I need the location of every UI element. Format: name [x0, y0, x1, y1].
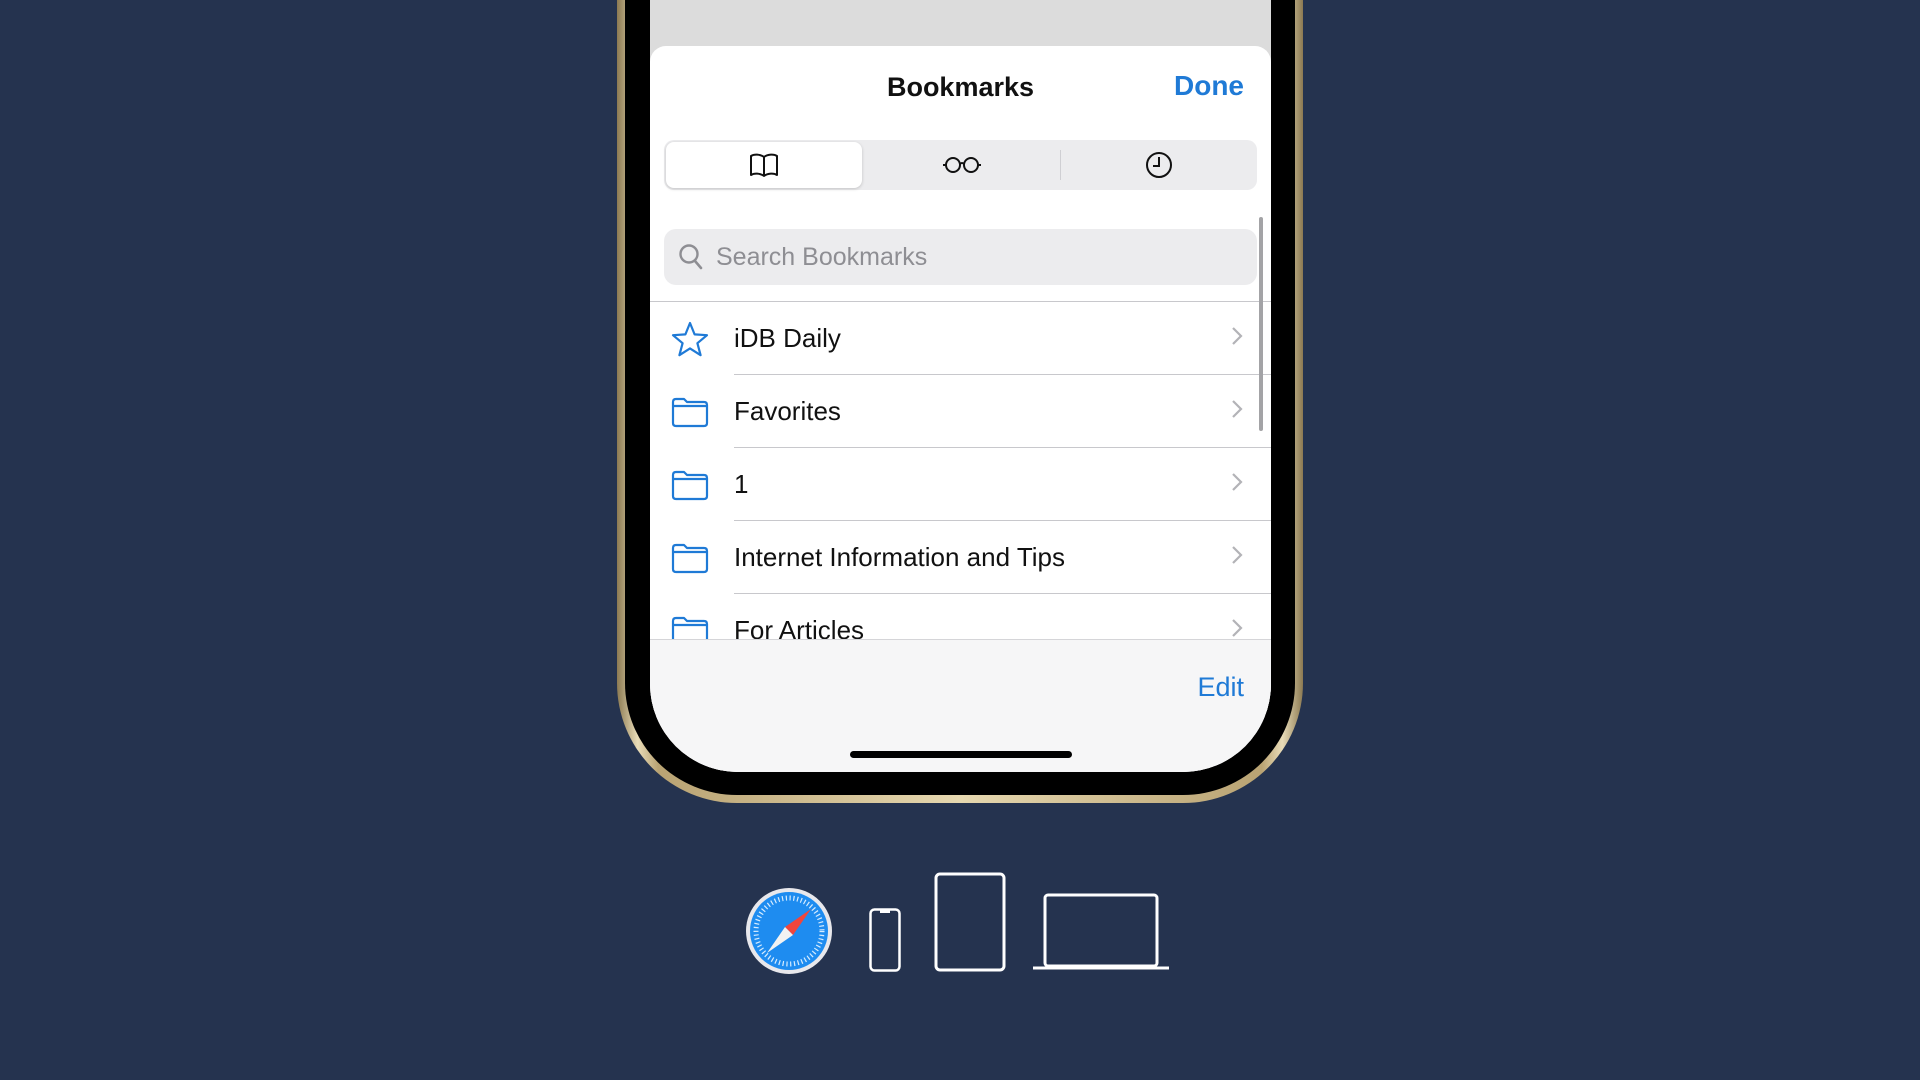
search-icon — [679, 244, 703, 270]
bookmark-label: iDB Daily — [734, 323, 841, 353]
bookmark-label: Internet Information and Tips — [734, 542, 1065, 572]
reading-list-glasses-icon — [943, 157, 981, 173]
bookmarks-sheet: Bookmarks Done Search Bookmarks iDB Dail… — [650, 46, 1271, 772]
book-icon — [750, 153, 778, 177]
bookmarks-list: iDB Daily Favorites 1 Internet Informati… — [650, 301, 1271, 640]
edit-button[interactable]: Edit — [1197, 672, 1244, 703]
done-button[interactable]: Done — [1174, 70, 1244, 102]
list-item[interactable]: Internet Information and Tips — [650, 521, 1271, 594]
segmented-control — [664, 140, 1257, 190]
chevron-right-icon — [1231, 472, 1243, 497]
search-input[interactable] — [714, 241, 1257, 273]
tab-reading-list[interactable] — [864, 140, 1060, 190]
bookmark-label: 1 — [734, 469, 749, 499]
star-icon — [668, 321, 712, 357]
chevron-right-icon — [1231, 618, 1243, 640]
search-bar[interactable] — [664, 229, 1257, 285]
safari-icon — [746, 888, 832, 974]
phone-screen: Bookmarks Done Search Bookmarks iDB Dail… — [650, 0, 1271, 772]
history-clock-icon — [1146, 152, 1172, 178]
list-item[interactable]: Favorites — [650, 375, 1271, 448]
chevron-right-icon — [1231, 545, 1243, 570]
folder-icon — [668, 396, 712, 428]
macbook-icon — [1033, 893, 1169, 970]
phone-bezel: Bookmarks Done Search Bookmarks iDB Dail… — [625, 0, 1295, 795]
tab-bookmarks[interactable] — [666, 142, 862, 188]
ipad-icon — [934, 872, 1006, 972]
folder-icon — [668, 615, 712, 640]
folder-icon — [668, 469, 712, 501]
list-item[interactable]: iDB Daily — [650, 302, 1271, 375]
device-icons-row — [0, 870, 1920, 980]
folder-icon — [668, 542, 712, 574]
bookmark-label: Favorites — [734, 396, 841, 426]
iphone-frame: Bookmarks Done Search Bookmarks iDB Dail… — [617, 0, 1303, 803]
chevron-right-icon — [1231, 326, 1243, 351]
iphone-icon — [869, 908, 901, 972]
scrollbar[interactable] — [1259, 217, 1263, 431]
list-item[interactable]: For Articles — [650, 594, 1271, 640]
sheet-toolbar: Edit — [650, 639, 1271, 772]
home-indicator[interactable] — [849, 751, 1072, 758]
bookmark-label: For Articles — [734, 615, 865, 640]
list-item[interactable]: 1 — [650, 448, 1271, 521]
chevron-right-icon — [1231, 399, 1243, 424]
tab-history[interactable] — [1061, 140, 1257, 190]
